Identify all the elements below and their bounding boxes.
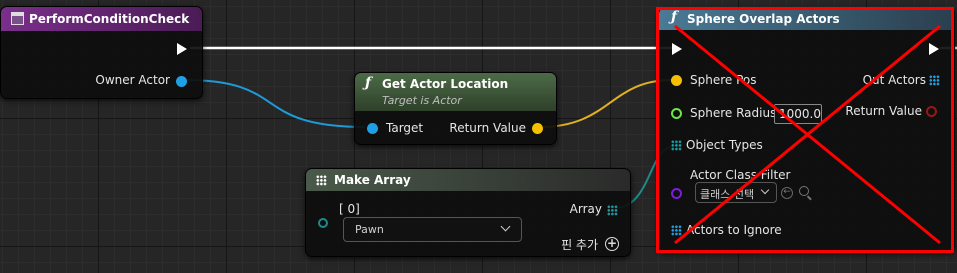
annotation-cross bbox=[656, 7, 954, 253]
annotation-box bbox=[656, 7, 954, 253]
